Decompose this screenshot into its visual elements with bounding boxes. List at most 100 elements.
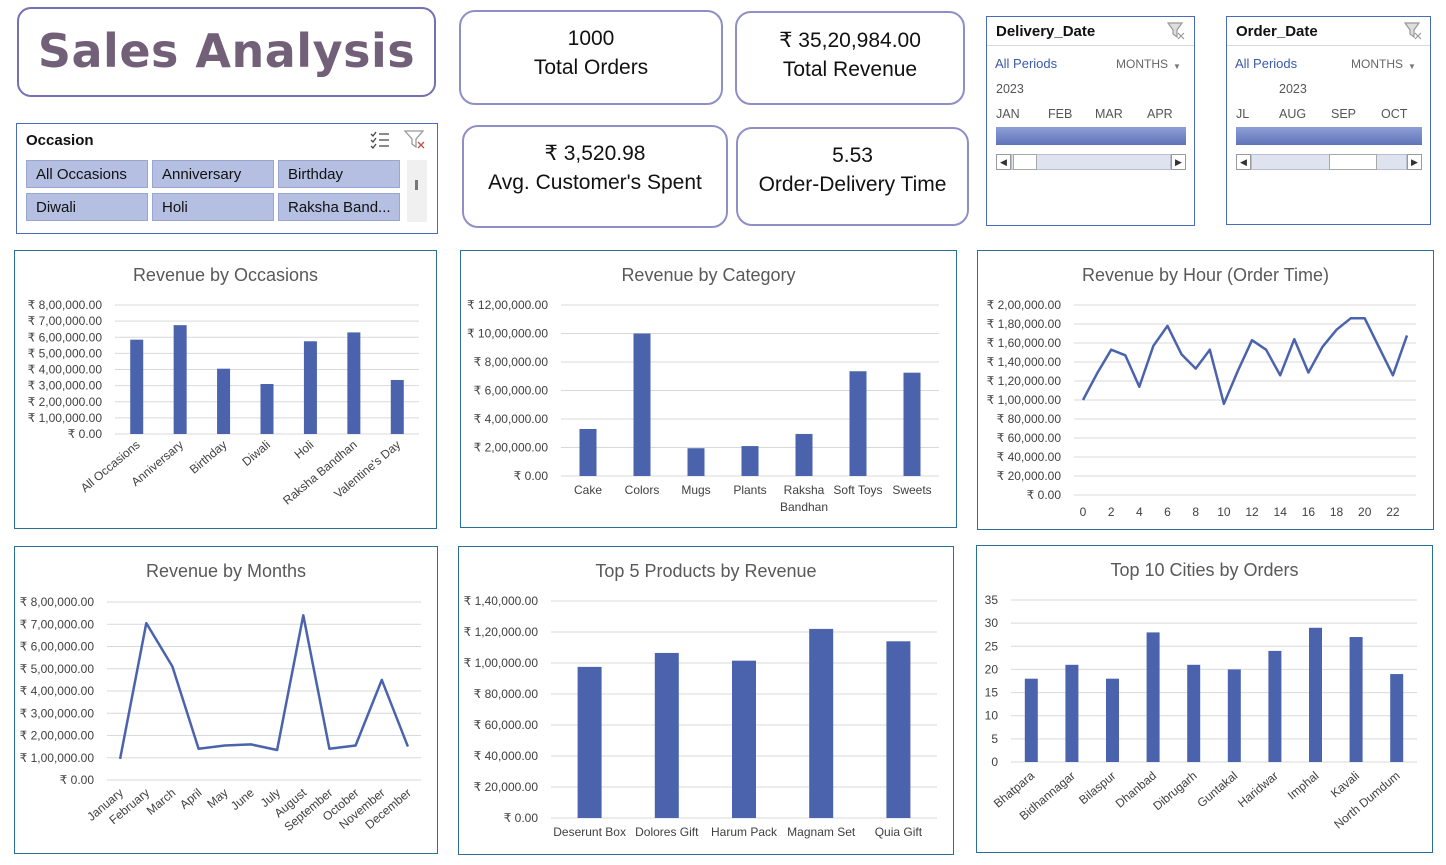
slicer-scrollbar[interactable] <box>407 160 427 222</box>
y-tick-label: 20 <box>985 662 999 676</box>
x-tick-label: Sweets <box>892 483 931 497</box>
occasion-item-raksha-bandhan[interactable]: Raksha Band... <box>278 193 400 221</box>
timeline-month: OCT <box>1381 107 1408 121</box>
occasion-item-holi[interactable]: Holi <box>152 193 274 221</box>
x-tick-label: Bilaspur <box>1076 769 1118 808</box>
chevron-down-icon[interactable]: ▼ <box>1408 62 1416 71</box>
y-tick-label: ₹ 60,000.00 <box>474 718 539 732</box>
timeline-month: APR <box>1147 107 1173 121</box>
x-tick-label: Haridwar <box>1235 769 1281 811</box>
x-tick-label: Magnam Set <box>787 825 856 839</box>
scroll-thumb[interactable] <box>415 180 418 190</box>
y-tick-label: ₹ 1,40,000.00 <box>987 355 1062 369</box>
x-tick-label: Holi <box>292 438 317 462</box>
y-tick-label: ₹ 20,000.00 <box>997 469 1062 483</box>
timeline-title: Delivery_Date <box>996 23 1096 40</box>
bar <box>809 628 834 818</box>
y-tick-label: 10 <box>985 709 999 723</box>
bar <box>1187 664 1201 762</box>
slicer-title: Occasion <box>26 132 94 149</box>
x-tick-label: Colors <box>625 483 660 497</box>
chevron-down-icon[interactable]: ▼ <box>1173 62 1181 71</box>
kpi-total-revenue: ₹ 35,20,984.00 Total Revenue <box>735 11 965 105</box>
y-tick-label: ₹ 1,20,000.00 <box>464 625 539 639</box>
timeline-month: MAR <box>1095 107 1123 121</box>
x-tick-label: Guntakal <box>1194 769 1240 811</box>
kpi-label: Total Revenue <box>782 58 918 81</box>
timeline-month: JAN <box>996 107 1020 121</box>
y-tick-label: ₹ 0.00 <box>514 469 549 483</box>
chart-top-cities: Top 10 Cities by Orders 0 5 10 15 20 25 30 35 Bha… <box>976 545 1433 853</box>
bar <box>886 641 911 818</box>
chart-title: Revenue by Category <box>621 265 795 285</box>
y-tick-label: ₹ 1,00,000.00 <box>20 751 95 765</box>
y-tick-label: 30 <box>985 616 999 630</box>
timeline-scroll-thumb[interactable] <box>1329 154 1377 170</box>
y-tick-label: ₹ 6,00,000.00 <box>20 640 95 654</box>
bar <box>390 379 404 434</box>
timeline-scroll-thumb[interactable] <box>1013 154 1037 170</box>
time-level-dropdown[interactable]: MONTHS <box>1116 57 1168 71</box>
clear-filter-icon[interactable] <box>1403 21 1423 41</box>
timeline-selection-bar[interactable] <box>996 127 1186 145</box>
y-tick-label: ₹ 5,00,000.00 <box>20 662 95 676</box>
timeline-month: AUG <box>1279 107 1307 121</box>
y-tick-label: ₹ 0.00 <box>504 811 539 825</box>
chart-revenue-by-months: Revenue by Months ₹ 0.00 ₹ 1,00,000.00 ₹ 2,… <box>14 546 438 854</box>
clear-filter-icon[interactable] <box>1166 21 1186 41</box>
y-tick-label: ₹ 60,000.00 <box>997 431 1062 445</box>
y-tick-label: ₹ 1,00,000.00 <box>28 411 103 425</box>
kpi-label: Total Orders <box>533 56 649 79</box>
bar <box>173 325 187 434</box>
bar <box>1227 669 1241 762</box>
timeline-month: FEB <box>1048 107 1073 121</box>
occasion-slicer: Occasion All Occasions Anniversary Birth… <box>16 123 438 234</box>
chart-title: Revenue by Occasions <box>133 265 318 285</box>
kpi-value: 5.53 <box>832 144 873 167</box>
timeline-selection-bar[interactable] <box>1236 127 1422 145</box>
scroll-left-button[interactable]: ◀ <box>1236 154 1251 170</box>
title-card: Sales Analysis <box>17 7 436 97</box>
chart-revenue-by-occasions: Revenue by Occasions ₹ 0.00 ₹ 1,00,000.00 ₹… <box>14 250 437 529</box>
kpi-value: ₹ 3,520.98 <box>544 142 646 165</box>
y-tick-label: ₹ 1,40,000.00 <box>464 594 539 608</box>
scroll-left-button[interactable]: ◀ <box>996 154 1011 170</box>
x-tick-label: Dolores Gift <box>635 825 699 839</box>
x-tick-label: Raksha Bandhan <box>280 438 360 508</box>
kpi-value: ₹ 35,20,984.00 <box>779 29 921 52</box>
bar <box>260 384 274 434</box>
x-tick-label: Plants <box>733 483 766 497</box>
y-tick-label: 5 <box>991 732 998 746</box>
occasion-item-diwali[interactable]: Diwali <box>26 193 148 221</box>
bar <box>687 448 705 476</box>
chart-svg: Top 10 Cities by Orders05101520253035Bha… <box>985 560 1417 832</box>
x-tick-label: Deserunt Box <box>553 825 626 839</box>
y-tick-label: ₹ 8,00,000.00 <box>474 355 549 369</box>
scroll-right-button[interactable]: ▶ <box>1407 154 1422 170</box>
bar <box>1268 650 1282 762</box>
x-tick-label: 0 <box>1080 505 1087 519</box>
scroll-right-button[interactable]: ▶ <box>1171 154 1186 170</box>
occasion-item-all[interactable]: All Occasions <box>26 160 148 188</box>
chart-revenue-by-hour: Revenue by Hour (Order Time) ₹ 0.00 ₹ 20,0… <box>977 250 1434 530</box>
x-tick-label: 4 <box>1136 505 1143 519</box>
occasion-item-anniversary[interactable]: Anniversary <box>152 160 274 188</box>
y-tick-label: ₹ 1,80,000.00 <box>987 317 1062 331</box>
delivery-date-timeline: Delivery_Date All Periods MONTHS ▼ 2023 … <box>986 16 1195 226</box>
x-tick-label: March <box>144 786 179 818</box>
x-tick-label: 12 <box>1245 505 1259 519</box>
clear-filter-icon[interactable] <box>403 129 427 151</box>
time-level-dropdown[interactable]: MONTHS <box>1351 57 1403 71</box>
y-tick-label: ₹ 6,00,000.00 <box>474 384 549 398</box>
multi-select-icon[interactable] <box>369 130 391 150</box>
x-tick-label: Cake <box>574 483 602 497</box>
y-tick-label: ₹ 1,20,000.00 <box>987 374 1062 388</box>
timeline-year: 2023 <box>996 82 1024 96</box>
chart-title: Revenue by Hour (Order Time) <box>1082 265 1329 285</box>
bar <box>303 341 317 434</box>
x-tick-label: April <box>177 786 204 812</box>
occasion-item-birthday[interactable]: Birthday <box>278 160 400 188</box>
series-line <box>1081 317 1409 406</box>
y-tick-label: ₹ 3,00,000.00 <box>20 706 95 720</box>
x-tick-label: 10 <box>1217 505 1231 519</box>
